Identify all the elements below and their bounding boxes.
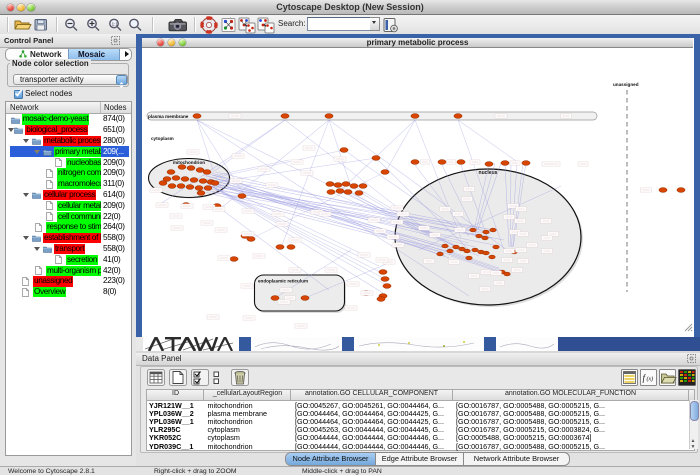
svg-text:plasma membrane: plasma membrane — [148, 114, 189, 119]
svg-text:nucleus: nucleus — [479, 170, 498, 176]
svg-text:(x): (x) — [647, 376, 654, 383]
svg-text:unassigned: unassigned — [613, 82, 639, 87]
svg-text:1:1: 1:1 — [112, 21, 119, 26]
svg-text:mitochondrion: mitochondrion — [173, 160, 205, 165]
svg-text:endoplasmic reticulum: endoplasmic reticulum — [258, 279, 308, 284]
svg-text:cytoplasm: cytoplasm — [151, 136, 174, 141]
